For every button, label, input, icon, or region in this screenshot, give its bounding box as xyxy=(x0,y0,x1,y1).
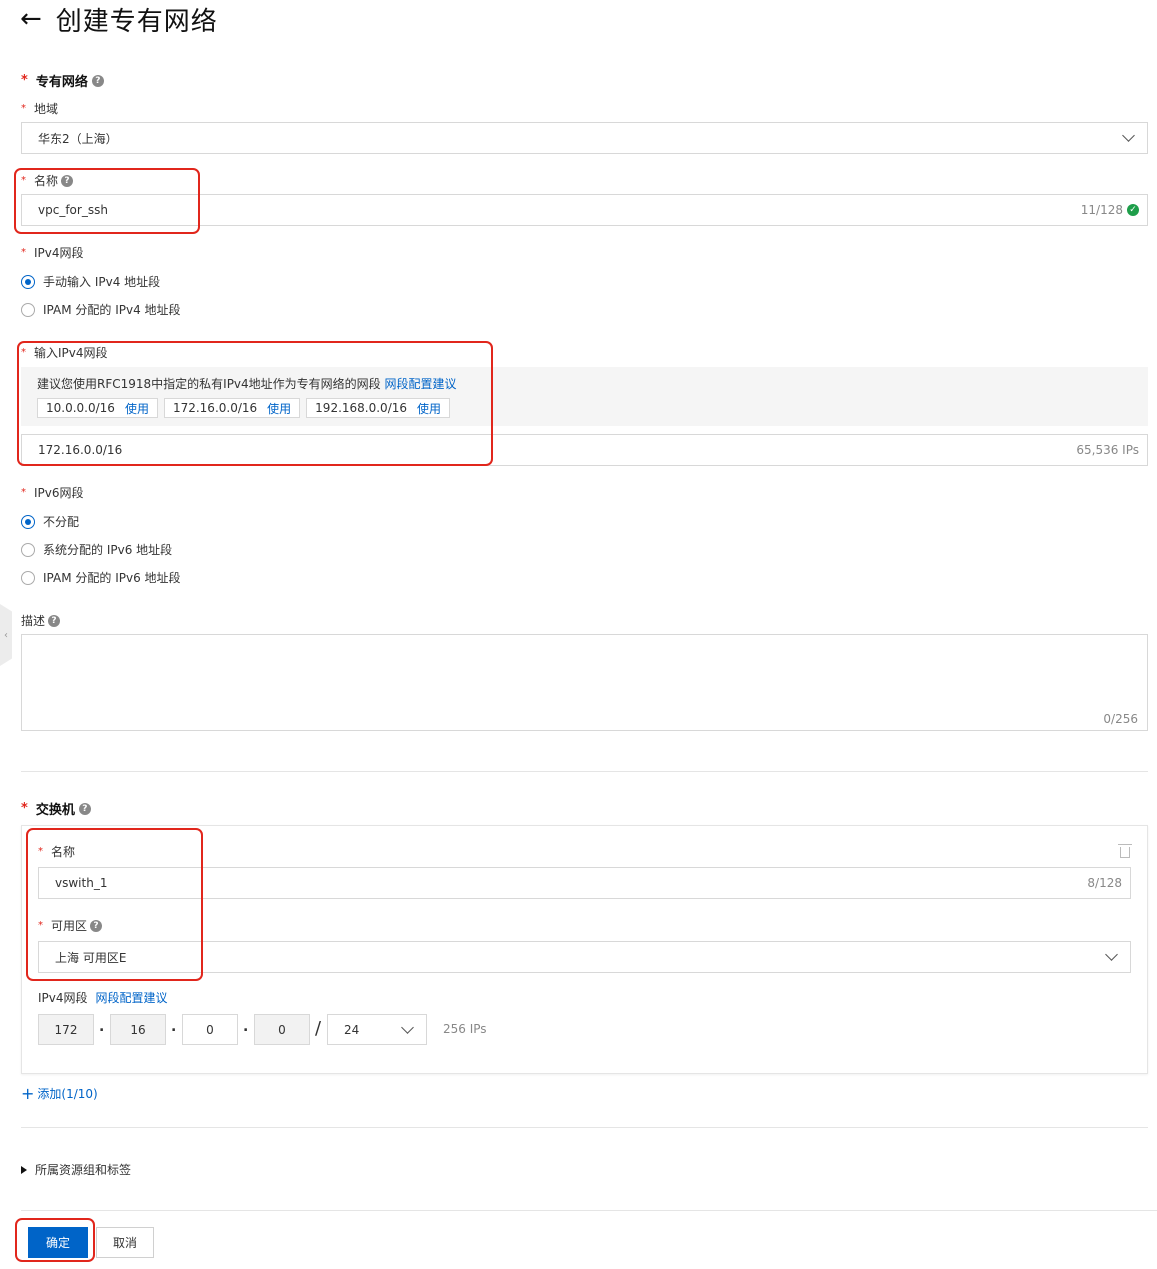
ipv6-option-system[interactable]: 系统分配的 IPv6 地址段 xyxy=(21,541,172,558)
ipv4-option-ipam[interactable]: IPAM 分配的 IPv4 地址段 xyxy=(21,301,181,318)
ipv6-option-ipam-label: IPAM 分配的 IPv6 地址段 xyxy=(43,571,181,585)
highlight-box-confirm xyxy=(15,1218,95,1262)
required-mark: * xyxy=(21,73,28,88)
octet-value: 0 xyxy=(206,1022,214,1037)
check-circle-icon: ✓ xyxy=(1127,204,1139,216)
trash-icon[interactable] xyxy=(1118,844,1132,858)
help-icon[interactable]: ? xyxy=(48,614,61,627)
vpc-name-count: 11/128 xyxy=(1080,203,1123,217)
vswitch-name-counter: 8/128 xyxy=(1087,876,1122,890)
vpc-section-title: * 专有网络 ? xyxy=(21,71,104,90)
vswitch-cidr-advice-link[interactable]: 网段配置建议 xyxy=(96,989,168,1006)
radio-icon[interactable] xyxy=(21,302,35,317)
vpc-section-label: 专有网络 xyxy=(35,75,88,90)
ipv4-octet-3[interactable]: 0 xyxy=(182,1014,238,1045)
description-label-text: 描述 xyxy=(21,614,46,628)
octet-value: 16 xyxy=(130,1022,146,1037)
vswitch-section-title: * 交换机 ? xyxy=(21,799,91,818)
description-textarea[interactable]: 0/256 xyxy=(21,634,1148,731)
footer-divider xyxy=(21,1210,1157,1211)
ipv4-option-manual[interactable]: 手动输入 IPv4 地址段 xyxy=(21,273,160,290)
chevron-left-icon: ‹ xyxy=(4,629,8,641)
ipv6-label: * IPv6网段 xyxy=(21,486,84,500)
ipv6-option-ipam[interactable]: IPAM 分配的 IPv6 地址段 xyxy=(21,569,181,586)
highlight-box-vpc-name xyxy=(14,168,200,234)
page-title: 创建专有网络 xyxy=(55,6,218,37)
highlight-box-ipv4 xyxy=(17,341,493,466)
ipv6-option-none-label: 不分配 xyxy=(43,515,80,529)
section-divider xyxy=(21,1127,1148,1128)
highlight-box-vswitch xyxy=(26,828,203,981)
help-icon[interactable]: ? xyxy=(91,74,104,87)
vswitch-ipv4-label-text: IPv4网段 xyxy=(38,991,88,1005)
radio-selected-icon[interactable] xyxy=(21,274,35,289)
add-vswitch-button[interactable]: + 添加(1/10) xyxy=(21,1085,98,1102)
octet-separator: . xyxy=(99,1019,105,1035)
resource-group-label: 所属资源组和标签 xyxy=(35,1163,132,1177)
radio-icon[interactable] xyxy=(21,570,35,585)
ipv4-octet-2[interactable]: 16 xyxy=(110,1014,166,1045)
vpc-name-counter: 11/128 ✓ xyxy=(1081,203,1139,217)
cancel-label: 取消 xyxy=(112,1236,137,1250)
region-value: 华东2（上海） xyxy=(38,131,118,146)
octet-separator: . xyxy=(171,1019,177,1035)
arrow-left-icon[interactable]: ← xyxy=(20,6,42,32)
region-select[interactable]: 华东2（上海） xyxy=(21,122,1148,154)
ipv4-label-text: IPv4网段 xyxy=(34,246,84,260)
vswitch-ipv4-label: IPv4网段 网段配置建议 xyxy=(38,989,168,1006)
region-label-text: 地域 xyxy=(34,102,59,116)
octet-value: 172 xyxy=(54,1022,78,1037)
ipv4-octet-4[interactable]: 0 xyxy=(254,1014,310,1045)
radio-icon[interactable] xyxy=(21,542,35,557)
mask-separator: / xyxy=(315,1018,322,1039)
chevron-down-icon xyxy=(401,1020,414,1034)
ipv4-label: * IPv4网段 xyxy=(21,246,84,260)
mask-select[interactable]: 24 xyxy=(327,1014,427,1045)
radio-selected-icon[interactable] xyxy=(21,514,35,529)
vswitch-ip-count: 256 IPs xyxy=(443,1022,487,1036)
ipv6-option-system-label: 系统分配的 IPv6 地址段 xyxy=(43,543,173,557)
chevron-down-icon xyxy=(1105,948,1118,961)
resource-group-toggle[interactable]: 所属资源组和标签 xyxy=(21,1161,131,1178)
mask-value: 24 xyxy=(344,1022,360,1037)
ipv4-ip-count: 65,536 IPs xyxy=(1076,443,1139,457)
required-mark: * xyxy=(21,801,28,816)
ipv6-label-text: IPv6网段 xyxy=(34,486,84,500)
help-icon[interactable]: ? xyxy=(78,802,91,815)
caret-right-icon xyxy=(21,1165,27,1174)
sidebar-toggle[interactable]: ‹ xyxy=(0,604,12,666)
cancel-button[interactable]: 取消 xyxy=(96,1227,154,1258)
ipv4-octet-1[interactable]: 172 xyxy=(38,1014,94,1045)
page-header: ← 创建专有网络 xyxy=(20,0,218,38)
vswitch-section-label: 交换机 xyxy=(35,803,75,818)
add-vswitch-label: 添加(1/10) xyxy=(37,1087,98,1101)
chevron-down-icon xyxy=(1122,129,1135,142)
section-divider xyxy=(21,771,1148,772)
octet-value: 0 xyxy=(278,1022,286,1037)
ipv6-option-none[interactable]: 不分配 xyxy=(21,513,79,530)
region-label: * 地域 xyxy=(21,102,59,116)
octet-separator: . xyxy=(243,1019,249,1035)
ipv4-option-ipam-label: IPAM 分配的 IPv4 地址段 xyxy=(43,303,181,317)
plus-icon: + xyxy=(21,1083,35,1103)
description-counter: 0/256 xyxy=(1103,712,1138,726)
ipv4-option-manual-label: 手动输入 IPv4 地址段 xyxy=(43,275,161,289)
description-label: 描述 ? xyxy=(21,612,61,629)
